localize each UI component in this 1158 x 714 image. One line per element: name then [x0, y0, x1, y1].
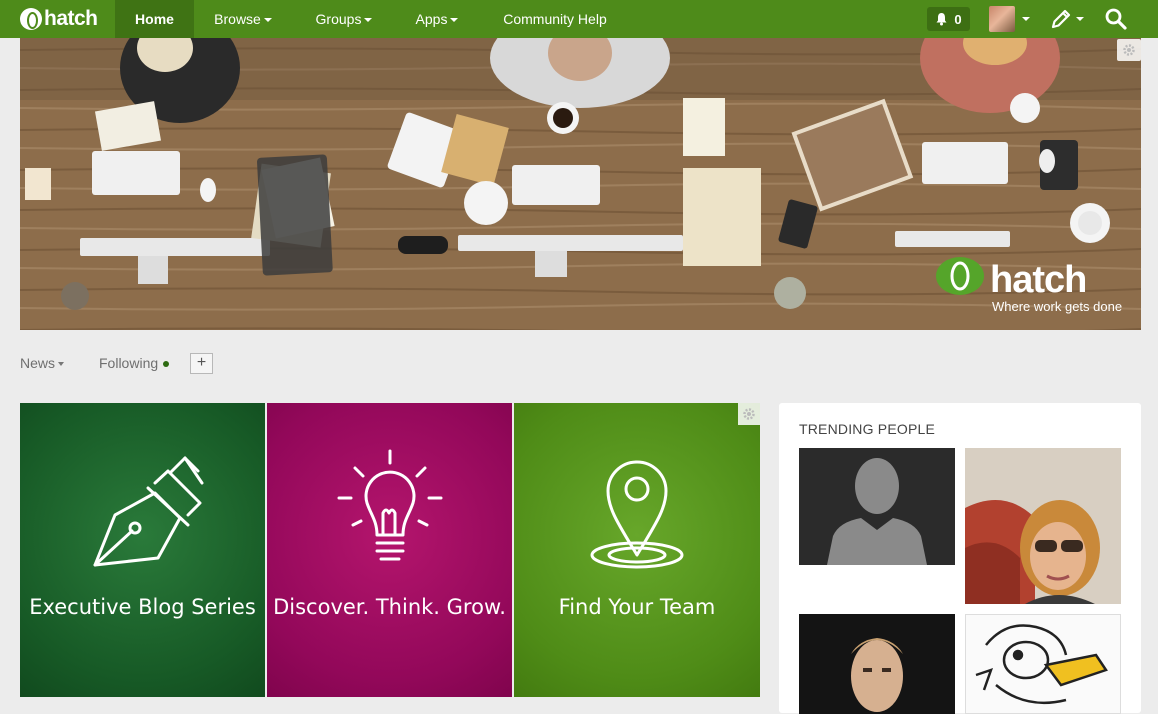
- tab-following-label: Following: [99, 355, 159, 371]
- hatch-logo[interactable]: hatch: [20, 7, 98, 31]
- nav-community-help[interactable]: Community Help: [490, 0, 620, 38]
- hero-banner: hatch Where work gets done: [20, 38, 1141, 330]
- nav-apps-label: Apps: [415, 11, 448, 27]
- top-nav: hatch Home Browse Groups Apps Community …: [0, 0, 1158, 38]
- tiles-settings-button[interactable]: [738, 403, 760, 425]
- notifications-button[interactable]: 0: [927, 7, 970, 31]
- nav-groups[interactable]: Groups: [305, 0, 383, 38]
- lightbulb-icon: [337, 449, 443, 561]
- map-pin-icon: [590, 460, 684, 569]
- gear-icon: [1123, 44, 1135, 56]
- nav-home-label: Home: [135, 11, 174, 27]
- logo-mark-icon: [20, 8, 42, 30]
- nav-home[interactable]: Home: [115, 0, 194, 38]
- trending-person-avatar[interactable]: [965, 448, 1121, 604]
- nav-groups-label: Groups: [315, 11, 362, 27]
- add-tab-button[interactable]: +: [190, 353, 213, 374]
- tab-news[interactable]: News: [20, 355, 65, 371]
- trending-people-panel: TRENDING PEOPLE: [779, 403, 1141, 714]
- person-photo: [965, 448, 1121, 604]
- trending-person-avatar[interactable]: [965, 614, 1121, 714]
- tile-discover[interactable]: Discover. Think. Grow.: [267, 403, 512, 697]
- nav-browse[interactable]: Browse: [204, 0, 282, 38]
- default-avatar-icon: [799, 448, 955, 565]
- brand-tagline: Where work gets done: [992, 299, 1123, 314]
- banner-settings-button[interactable]: [1117, 39, 1141, 61]
- brand-logo-icon: [936, 257, 984, 295]
- notification-count: 0: [954, 11, 962, 27]
- fountain-pen-icon: [93, 456, 204, 567]
- chevron-down-icon[interactable]: [1022, 17, 1030, 21]
- pencil-icon: [1051, 9, 1071, 29]
- cartoon-avatar: [966, 615, 1120, 713]
- chevron-down-icon: [263, 18, 272, 23]
- tile-find-team[interactable]: Find Your Team: [514, 403, 760, 697]
- nav-browse-label: Browse: [214, 11, 261, 27]
- trending-person-avatar[interactable]: [799, 448, 955, 565]
- bell-icon: [936, 13, 947, 26]
- user-avatar[interactable]: [989, 6, 1015, 32]
- chevron-down-icon[interactable]: [1076, 17, 1084, 21]
- trending-person-avatar[interactable]: [799, 614, 955, 714]
- tile-executive-blog[interactable]: Executive Blog Series: [20, 403, 265, 697]
- search-button[interactable]: [1104, 7, 1128, 36]
- trending-title: TRENDING PEOPLE: [799, 421, 936, 437]
- compose-button[interactable]: [1050, 8, 1072, 35]
- tab-news-label: News: [20, 355, 56, 371]
- tile-executive-blog-label: Executive Blog Series: [29, 595, 256, 619]
- status-dot: [163, 361, 170, 368]
- gear-icon: [743, 408, 755, 420]
- tile-find-team-label: Find Your Team: [558, 595, 716, 619]
- tile-discover-label: Discover. Think. Grow.: [273, 595, 506, 619]
- person-photo: [799, 614, 955, 714]
- brand-word: hatch: [990, 259, 1087, 301]
- logo-text: hatch: [44, 7, 98, 30]
- chevron-down-icon: [364, 18, 373, 23]
- chevron-down-icon: [450, 18, 459, 23]
- search-icon: [1105, 8, 1127, 30]
- chevron-down-icon: [58, 362, 65, 367]
- nav-community-help-label: Community Help: [503, 11, 607, 27]
- tab-following[interactable]: Following: [99, 355, 170, 371]
- nav-apps[interactable]: Apps: [406, 0, 468, 38]
